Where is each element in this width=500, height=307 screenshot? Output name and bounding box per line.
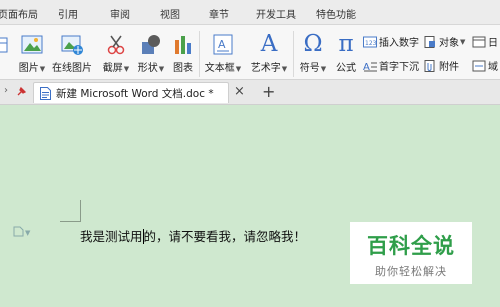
margin-marker <box>80 200 81 222</box>
watermark-subtitle: 助你轻松解决 <box>375 265 447 278</box>
chevron-down-icon: ▼ <box>123 65 130 73</box>
screenshot-label: 截屏 <box>102 63 123 74</box>
textbox-button[interactable]: A 文本框▼ <box>203 31 243 74</box>
symbol-button[interactable]: Ω 符号▼ <box>297 31 329 74</box>
menu-page-layout[interactable]: 页面布局 <box>0 6 38 21</box>
ribbon-toolbar: 图片▼ 在线图片 截屏▼ 形状▼ 图表 A 文本框▼ A 艺术字▼ Ω 符号▼ … <box>0 25 500 80</box>
insert-number-label: 插入数字 <box>379 38 419 49</box>
paperclip-icon <box>424 59 435 72</box>
paragraph-doc-icon <box>13 226 24 237</box>
formula-label: 公式 <box>336 63 356 74</box>
field-icon <box>472 60 486 71</box>
bar-chart-icon <box>175 36 191 54</box>
chevron-down-icon: ▼ <box>320 65 327 73</box>
pi-icon: π <box>338 31 354 57</box>
menu-references[interactable]: 引用 <box>58 6 78 21</box>
object-button[interactable]: 对象 ▼ <box>423 34 465 49</box>
ribbon-divider <box>199 31 200 77</box>
number-icon: 123 <box>363 36 377 47</box>
document-tab-bar: › 新建 Microsoft Word 文档.doc * <box>0 80 500 105</box>
word-doc-icon <box>40 86 51 100</box>
svg-text:A: A <box>218 38 226 51</box>
chevron-down-icon: ▼ <box>25 229 31 237</box>
document-text-before-cursor: 我是测试用 <box>80 229 143 244</box>
online-image-icon <box>61 35 83 55</box>
textbox-label: 文本框 <box>204 63 235 74</box>
chevron-down-icon: ▼ <box>235 65 242 73</box>
chevron-down-icon: ▼ <box>281 65 288 73</box>
image-label: 图片 <box>18 63 39 74</box>
online-image-button[interactable]: 在线图片 <box>52 31 92 74</box>
online-image-label: 在线图片 <box>52 63 92 74</box>
ribbon-divider <box>293 31 294 77</box>
attachment-button[interactable]: 附件 <box>423 58 459 73</box>
scissors-icon <box>107 35 125 55</box>
watermark-title: 百科全说 <box>367 234 455 258</box>
date-button[interactable]: 日 <box>472 34 498 49</box>
menu-chapter[interactable]: 章节 <box>209 6 229 21</box>
calendar-icon <box>472 36 486 47</box>
object-label: 对象 <box>439 38 459 49</box>
formula-button[interactable]: π 公式 <box>333 31 359 74</box>
svg-text:123: 123 <box>365 40 377 47</box>
image-icon <box>21 35 43 54</box>
chart-label: 图表 <box>173 63 193 74</box>
margin-marker <box>60 221 81 222</box>
chevron-down-icon: ▼ <box>39 65 46 73</box>
screenshot-button[interactable]: 截屏▼ <box>99 31 133 74</box>
document-tab-title: 新建 Microsoft Word 文档.doc * <box>56 87 214 100</box>
menu-bar: 页面布局 引用 审阅 视图 章节 开发工具 特色功能 <box>0 0 500 25</box>
wordart-label: 艺术字 <box>250 63 281 74</box>
symbol-label: 符号 <box>299 63 320 74</box>
new-tab-icon[interactable]: + <box>262 82 275 101</box>
chevron-down-icon: ▼ <box>158 65 165 73</box>
dropcap-icon: A <box>363 62 377 72</box>
shape-button[interactable]: 形状▼ <box>135 31 167 74</box>
wordart-button[interactable]: A 艺术字▼ <box>248 31 290 74</box>
insert-number-button[interactable]: 123 插入数字 <box>363 34 419 49</box>
menu-review[interactable]: 审阅 <box>110 6 130 21</box>
menu-view[interactable]: 视图 <box>160 6 180 21</box>
field-label: 域 <box>488 62 498 73</box>
wordart-icon: A <box>260 31 278 57</box>
table-icon <box>0 37 8 53</box>
shapes-icon <box>142 35 160 54</box>
chart-button[interactable]: 图表 <box>170 31 196 74</box>
partial-left-button[interactable] <box>0 31 8 59</box>
omega-icon: Ω <box>303 31 323 57</box>
close-tab-icon[interactable]: × <box>234 84 245 99</box>
dropcap-label: 首字下沉 <box>379 62 419 73</box>
date-label: 日 <box>488 38 498 49</box>
field-button[interactable]: 域 <box>472 58 498 73</box>
chevron-down-icon: ▼ <box>460 37 466 46</box>
textbox-icon: A <box>213 34 233 55</box>
paragraph-menu-icon[interactable]: ▼ <box>13 226 30 238</box>
document-paragraph[interactable]: 我是测试用的，请不要看我，请忽略我！ <box>80 226 306 245</box>
document-text-after-cursor: 的，请不要看我，请忽略我！ <box>143 229 307 244</box>
baike-watermark: 百科全说 助你轻松解决 <box>350 222 472 284</box>
shape-label: 形状 <box>137 63 158 74</box>
dropcap-button[interactable]: A 首字下沉 <box>363 58 419 74</box>
document-tab[interactable]: 新建 Microsoft Word 文档.doc * <box>33 82 229 103</box>
attachment-label: 附件 <box>439 62 459 73</box>
menu-special-features[interactable]: 特色功能 <box>316 6 356 21</box>
nav-arrow-icon[interactable]: › <box>4 85 8 96</box>
menu-developer-tools[interactable]: 开发工具 <box>256 6 296 21</box>
image-button[interactable]: 图片▼ <box>16 31 48 74</box>
object-icon <box>424 35 435 48</box>
pin-icon[interactable] <box>17 86 27 96</box>
